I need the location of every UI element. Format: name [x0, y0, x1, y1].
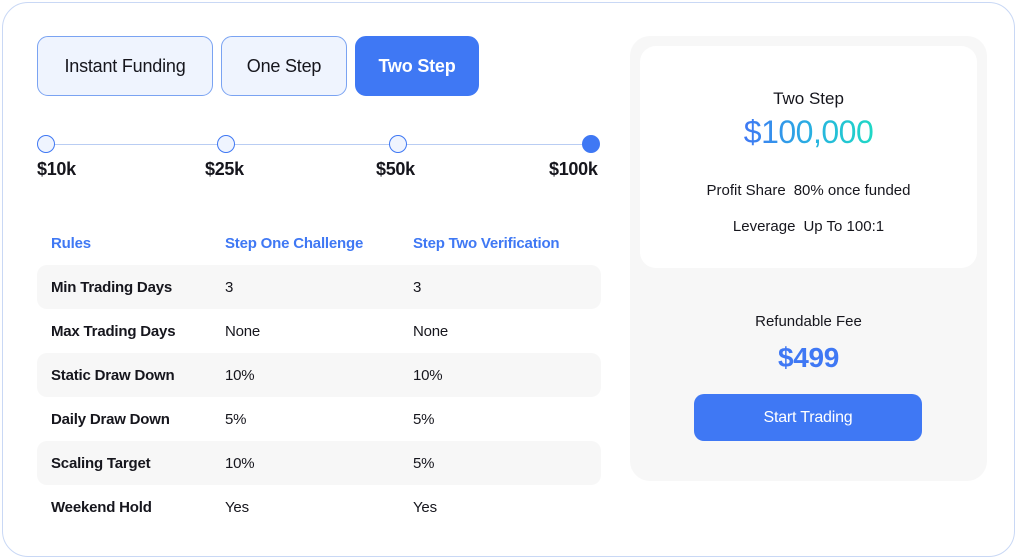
tab-two-step[interactable]: Two Step: [355, 36, 479, 96]
rule-name: Scaling Target: [51, 454, 151, 472]
header-step-one: Step One Challenge: [225, 234, 364, 252]
leverage: Leverage Up To 100:1: [640, 218, 977, 235]
step-two-value: None: [413, 322, 449, 340]
slider-stop-10k[interactable]: [37, 135, 55, 153]
tab-one-step[interactable]: One Step: [221, 36, 347, 96]
profit-share-value: 80% once funded: [793, 182, 911, 199]
table-row: Static Draw Down 10% 10%: [37, 353, 601, 397]
slider-label-100k[interactable]: $100k: [549, 159, 598, 180]
pricing-container: Instant Funding One Step Two Step $10k $…: [2, 2, 1015, 557]
slider-stop-50k[interactable]: [389, 135, 407, 153]
fee-amount: $499: [777, 342, 840, 373]
plan-summary-card: Two Step $100,000 Profit Share 80% once f…: [640, 46, 977, 268]
step-one-value: 5%: [225, 410, 247, 428]
slider-label-50k[interactable]: $50k: [376, 159, 415, 180]
tab-instant-funding[interactable]: Instant Funding: [37, 36, 213, 96]
table-row: Scaling Target 10% 5%: [37, 441, 601, 485]
rule-name: Max Trading Days: [51, 322, 176, 340]
step-one-value: 10%: [225, 454, 255, 472]
table-row: Weekend Hold Yes Yes: [37, 485, 601, 529]
step-one-value: Yes: [225, 498, 249, 516]
step-two-value: Yes: [413, 498, 437, 516]
step-two-value: 3: [413, 278, 422, 296]
plan-tabs: Instant Funding One Step Two Step: [37, 36, 479, 96]
slider-stop-25k[interactable]: [217, 135, 235, 153]
plan-name: Two Step: [773, 89, 844, 108]
step-two-value: 5%: [413, 454, 435, 472]
account-amount-value: $100,000: [743, 114, 874, 150]
rule-name: Static Draw Down: [51, 366, 175, 384]
account-amount: $100,000: [640, 114, 977, 151]
table-row: Max Trading Days None None: [37, 309, 601, 353]
step-two-value: 10%: [413, 366, 443, 384]
profit-share-label: Profit Share: [706, 182, 786, 199]
table-row: Min Trading Days 3 3: [37, 265, 601, 309]
leverage-value: Up To 100:1: [803, 218, 885, 235]
step-two-value: 5%: [413, 410, 435, 428]
slider-label-10k[interactable]: $10k: [37, 159, 76, 180]
leverage-label: Leverage: [732, 218, 796, 235]
slider-track: [46, 144, 592, 145]
slider-stop-100k[interactable]: [582, 135, 600, 153]
start-trading-button[interactable]: Start Trading: [694, 394, 922, 441]
step-one-value: 3: [225, 278, 234, 296]
fee-label: Refundable Fee: [755, 313, 862, 330]
step-one-value: None: [225, 322, 261, 340]
header-step-two: Step Two Verification: [413, 234, 560, 252]
slider-label-25k[interactable]: $25k: [205, 159, 244, 180]
header-rules: Rules: [51, 234, 91, 252]
profit-share: Profit Share 80% once funded: [640, 182, 977, 199]
account-size-slider[interactable]: $10k $25k $50k $100k: [37, 135, 601, 185]
rules-table-header: Rules Step One Challenge Step Two Verifi…: [37, 221, 601, 265]
rules-table: Rules Step One Challenge Step Two Verifi…: [37, 221, 601, 529]
table-row: Daily Draw Down 5% 5%: [37, 397, 601, 441]
step-one-value: 10%: [225, 366, 255, 384]
summary-panel: Two Step $100,000 Profit Share 80% once f…: [630, 36, 987, 481]
rule-name: Min Trading Days: [51, 278, 172, 296]
rule-name: Daily Draw Down: [51, 410, 170, 428]
rule-name: Weekend Hold: [51, 498, 152, 516]
